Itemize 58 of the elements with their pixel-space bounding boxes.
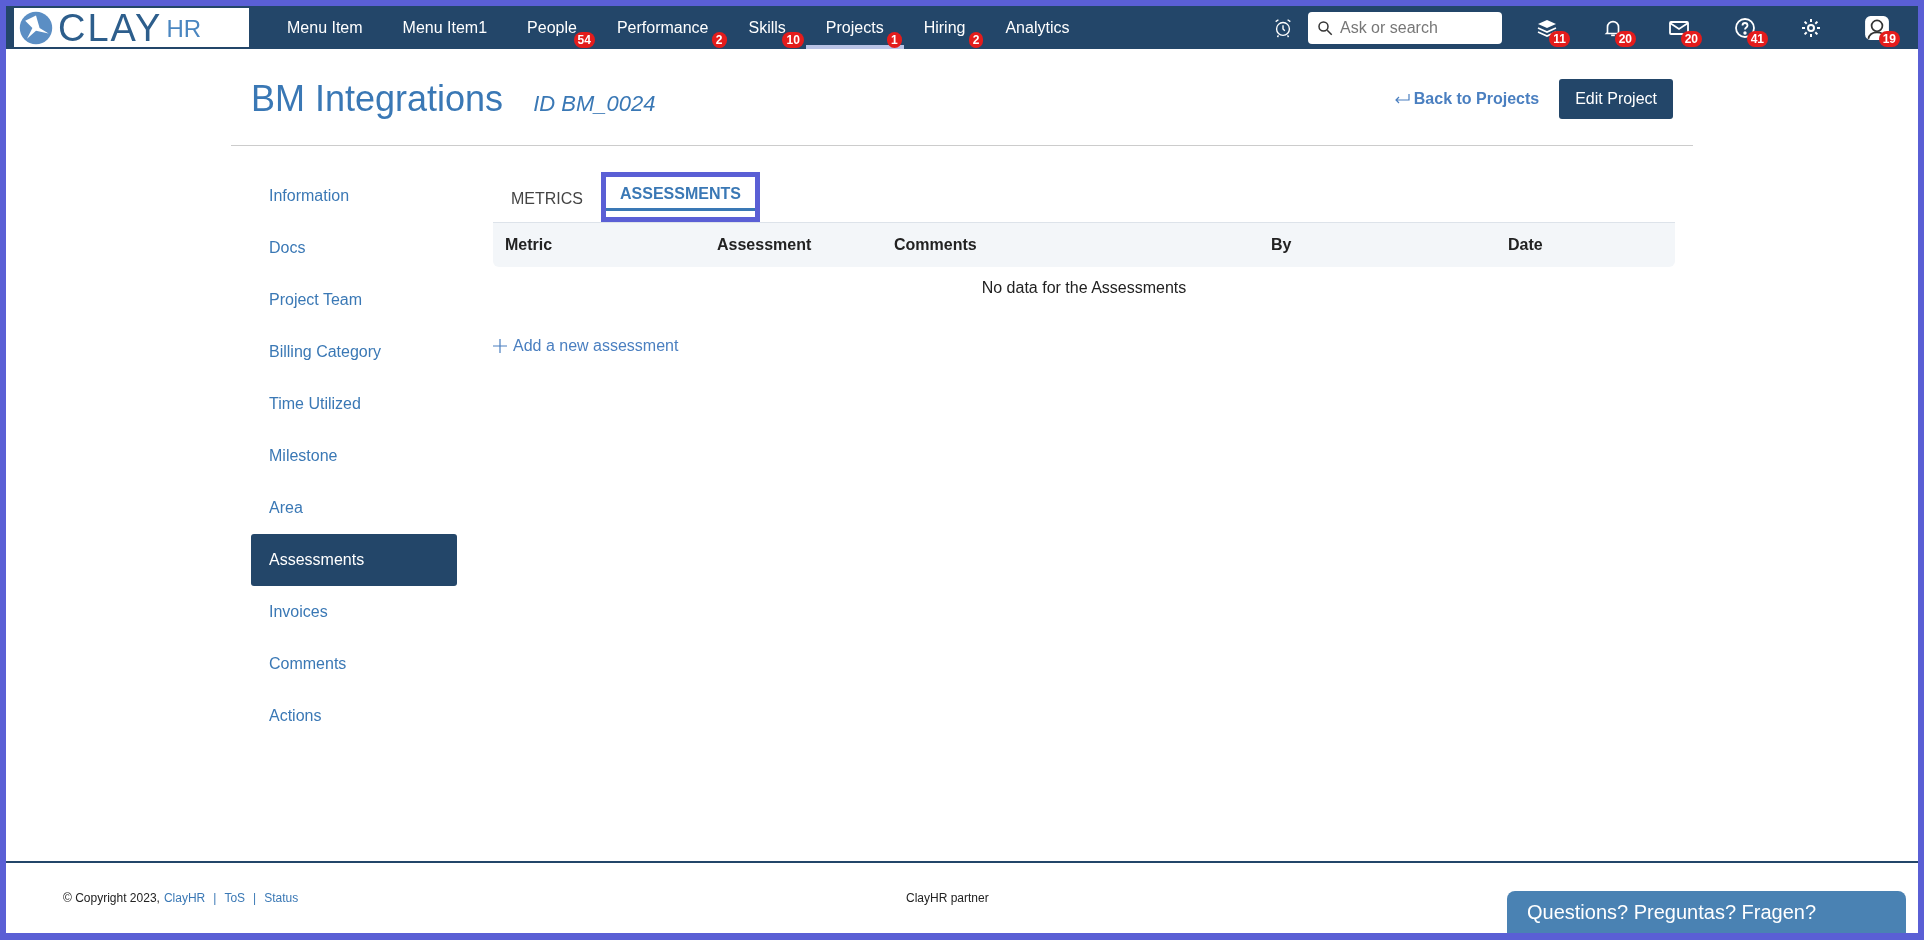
count-badge: 10 [782,32,804,48]
column-header: Date [1508,236,1544,254]
separator: | [213,891,217,905]
logo-text: CLAY [58,8,163,47]
nav-menu-item[interactable]: Performance 2 [596,6,729,49]
column-header: Comments [894,236,978,254]
chat-button[interactable]: Questions? Preguntas? Fragen? [1507,891,1906,933]
sidebar-item[interactable]: Invoices [251,586,457,638]
sidebar-item[interactable]: Docs [251,222,457,274]
logo[interactable]: CLAY HR [14,8,249,47]
tab[interactable]: METRICS [493,190,601,223]
footer-link[interactable]: ToS [224,891,246,905]
sidebar-item[interactable]: Project Team [251,274,457,326]
sidebar-item[interactable]: Area [251,482,457,534]
nav-menu-item[interactable]: Analytics [985,6,1090,49]
nav-menu-item[interactable]: Skills 10 [728,6,806,49]
count-badge: 20 [1614,31,1636,47]
tab[interactable]: ASSESSMENTS [601,172,760,222]
search-icon [1316,18,1334,37]
column-header: Metric [505,236,554,254]
search-field[interactable]: Ask or search [1308,11,1502,44]
separator: | [253,891,257,905]
nav-menu-item[interactable]: Projects 1 [805,6,904,49]
column-header: By [1271,236,1293,254]
back-link[interactable]: Back to Projects [1393,90,1540,108]
page-title: BM Integrations [251,78,504,120]
count-badge: 20 [1680,31,1702,47]
copyright-text: © Copyright 2023, [63,891,160,905]
logo-text: HR [166,15,202,43]
nav-menu-item[interactable]: Menu Item1 [382,6,508,49]
plus-icon [493,339,507,353]
count-badge: 2 [711,32,727,48]
nav-menu-item[interactable]: People 54 [507,6,597,49]
sidebar-item[interactable]: Comments [251,638,457,690]
sidebar-item[interactable]: Assessments [251,534,457,586]
count-badge: 1 [886,32,902,48]
sidebar-item[interactable]: Actions [251,690,457,742]
count-badge: 54 [573,32,595,48]
nav-menu-item[interactable]: Menu Item [267,6,383,49]
count-badge: 2 [968,32,984,48]
sidebar-item[interactable]: Time Utilized [251,378,457,430]
empty-message: No data for the Assessments [980,278,1188,298]
count-badge: 11 [1549,31,1570,47]
logo-icon [18,9,54,46]
footer-link[interactable]: Status [264,891,299,905]
footer-link[interactable]: ClayHR [163,891,206,905]
column-header: Assessment [717,236,813,254]
project-id: ID BM_0024 [533,91,656,117]
nav-menu-item[interactable]: Hiring 2 [903,6,986,49]
sidebar-item[interactable]: Milestone [251,430,457,482]
sidebar-item[interactable]: Billing Category [251,326,457,378]
return-arrow-icon [1393,93,1410,105]
edit-project-button[interactable]: Edit Project [1559,79,1673,119]
add-assessment-link[interactable]: Add a new assessment [493,337,679,355]
partner-text: ClayHR partner [906,891,989,905]
sidebar-item[interactable]: Information [251,170,457,222]
count-badge: 41 [1746,31,1768,47]
count-badge: 19 [1878,31,1900,47]
